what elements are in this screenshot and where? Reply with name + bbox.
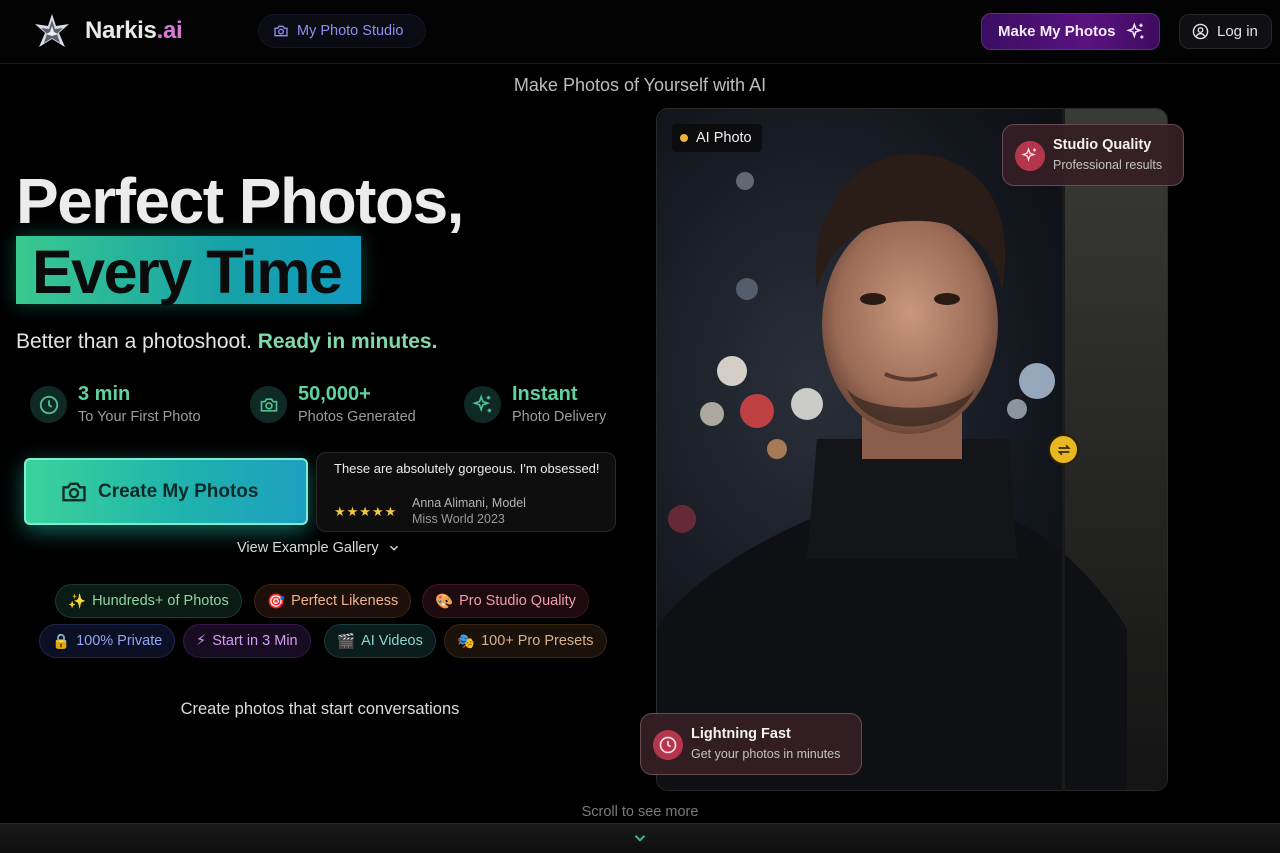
palette-icon: 🎨 (435, 593, 454, 610)
testimonial-author-title: Miss World 2023 (412, 512, 505, 526)
ai-photo-badge: AI Photo (672, 124, 762, 152)
my-photo-studio-label: My Photo Studio (297, 23, 404, 39)
studio-quality-title: Studio Quality (1053, 137, 1152, 153)
clock-icon (30, 386, 67, 423)
testimonial-author: Anna Alimani, Model (412, 496, 526, 510)
target-icon: 🎯 (267, 593, 286, 610)
tagline: Make Photos of Yourself with AI (513, 75, 767, 95)
feature-pill-label: Hundreds+ of Photos (92, 593, 229, 609)
narkis-logo-icon[interactable] (33, 12, 71, 50)
log-in-button[interactable]: Log in (1179, 14, 1272, 49)
masks-icon: 🎭 (457, 633, 476, 650)
sparkle-icon (1015, 141, 1045, 171)
clapper-icon: 🎬 (337, 633, 356, 650)
feature-pill-label: 100+ Pro Presets (481, 633, 594, 649)
stat-label: Photo Delivery (512, 409, 607, 425)
sparkles-icon: ✨ (68, 593, 87, 610)
sparkle-icon (1125, 21, 1144, 39)
chevron-down-icon[interactable] (631, 829, 649, 847)
feature-pill-label: 100% Private (76, 633, 163, 649)
clock-icon (653, 730, 683, 760)
subheading-plain: Better than a photoshoot. (16, 330, 252, 353)
before-after-photo-slider[interactable] (656, 108, 1168, 791)
status-dot-icon (680, 134, 688, 142)
lightning-icon: ⚡ (196, 633, 207, 649)
view-example-gallery-link[interactable]: View Example Gallery (237, 540, 401, 556)
stat-value: 3 min (78, 383, 131, 405)
feature-pill-label: Perfect Likeness (291, 593, 399, 609)
feature-pill-label: AI Videos (361, 633, 423, 649)
feature-pill: 🎬 AI Videos (324, 624, 436, 658)
log-in-label: Log in (1217, 23, 1258, 40)
studio-quality-card: Studio Quality Professional results (1002, 124, 1184, 186)
brand-suffix: .ai (156, 17, 183, 44)
feature-pill: 🔒 100% Private (39, 624, 176, 658)
user-circle-icon (1192, 23, 1209, 40)
make-my-photos-button[interactable]: Make My Photos (981, 13, 1160, 50)
camera-icon (62, 482, 86, 501)
feature-pill: 🎯 Perfect Likeness (254, 584, 412, 618)
subheading-highlight: Ready in minutes. (257, 330, 438, 353)
create-my-photos-label: Create My Photos (98, 480, 259, 502)
scroll-hint: Scroll to see more (581, 804, 699, 820)
feature-pill: ⚡ Start in 3 Min (183, 624, 311, 658)
hero-heading-highlight: Every Time (16, 236, 361, 306)
feature-pill: 🎨 Pro Studio Quality (422, 584, 589, 618)
studio-quality-subtitle: Professional results (1053, 158, 1163, 172)
lightning-fast-subtitle: Get your photos in minutes (691, 747, 841, 761)
feature-pill-label: Pro Studio Quality (459, 593, 576, 609)
gallery-label: View Example Gallery (237, 540, 379, 556)
hero-heading-line1: Perfect Photos, (16, 165, 464, 237)
feature-pill-label: Start in 3 Min (212, 633, 298, 649)
brand-main: Narkis (85, 17, 157, 44)
make-my-photos-label: Make My Photos (998, 23, 1116, 40)
stat-label: Photos Generated (298, 409, 416, 425)
create-my-photos-button[interactable]: Create My Photos (24, 458, 308, 525)
brand-name[interactable]: Narkis.ai (85, 17, 183, 45)
ai-photo-label: AI Photo (696, 130, 752, 146)
lock-icon: 🔒 (52, 633, 71, 650)
hero-subheading: Better than a photoshoot. Ready in minut… (16, 330, 437, 354)
rating-stars: ★★★★★ (334, 504, 398, 519)
conversations-text: Create photos that start conversations (180, 700, 460, 718)
camera-icon (250, 386, 287, 423)
feature-pill: ✨ Hundreds+ of Photos (55, 584, 242, 618)
stat-value: Instant (512, 383, 578, 405)
hero-heading-line2: Every Time (32, 238, 343, 306)
lightning-fast-card: Lightning Fast Get your photos in minute… (640, 713, 862, 775)
testimonial-card: These are absolutely gorgeous. I'm obses… (316, 452, 616, 532)
feature-pill: 🎭 100+ Pro Presets (444, 624, 607, 658)
my-photo-studio-button[interactable]: My Photo Studio (258, 14, 426, 48)
lightning-fast-title: Lightning Fast (691, 726, 791, 742)
swap-arrows-icon (1056, 444, 1071, 455)
stat-label: To Your First Photo (78, 409, 201, 425)
portrait-photo (657, 109, 1167, 790)
stat-value: 50,000+ (298, 383, 371, 405)
chevron-down-icon (389, 545, 398, 551)
top-nav: Narkis.ai My Photo Studio Make My Photos… (0, 0, 1280, 64)
testimonial-quote: These are absolutely gorgeous. I'm obses… (334, 461, 600, 476)
camera-icon (274, 25, 288, 37)
sparkle-icon (464, 386, 501, 423)
slider-handle[interactable] (1048, 434, 1079, 465)
